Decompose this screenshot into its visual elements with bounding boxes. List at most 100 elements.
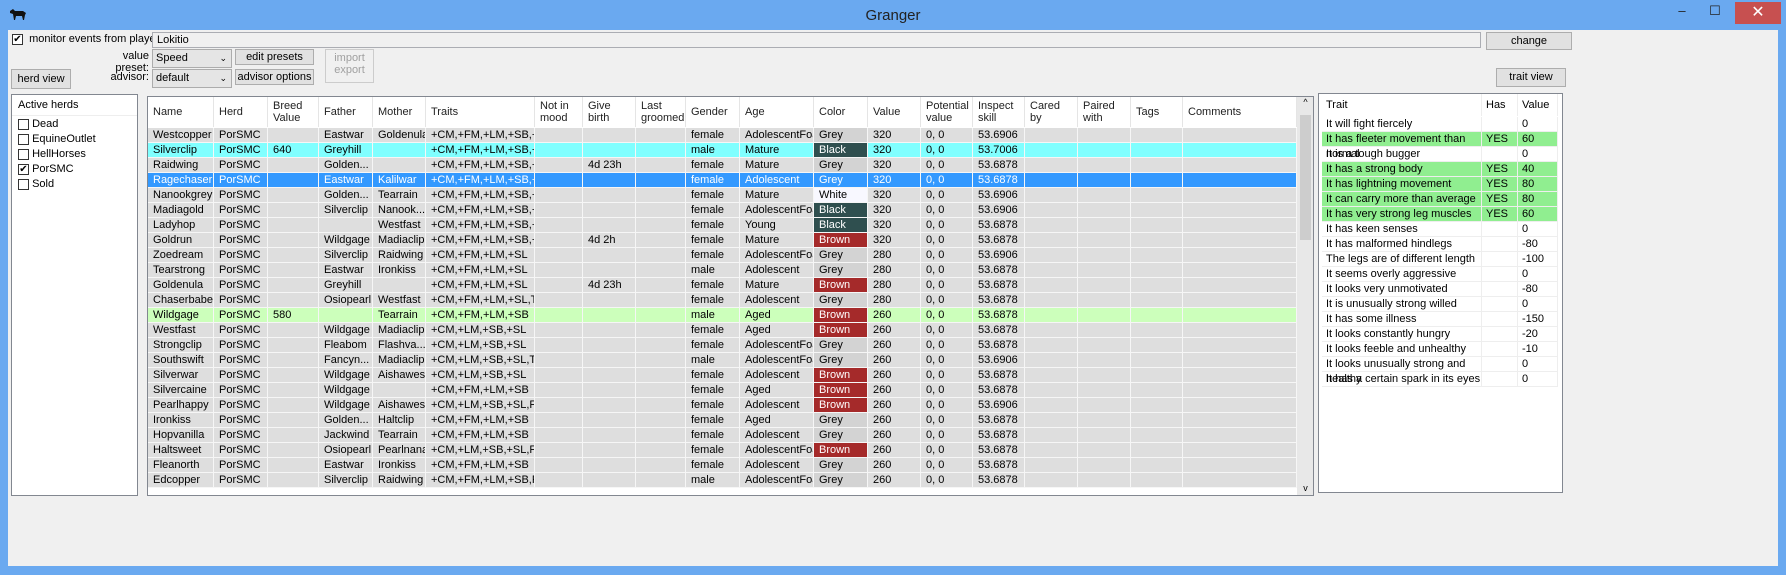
cell-inspect-skill[interactable]: 53.6906: [973, 398, 1025, 413]
cell-breed-value[interactable]: [268, 173, 319, 188]
cell-paired-with[interactable]: [1078, 218, 1131, 233]
cell-breed-value[interactable]: [268, 443, 319, 458]
trait-row[interactable]: It looks very unmotivated -80: [1322, 282, 1558, 297]
cell-gender[interactable]: female: [686, 158, 740, 173]
cell-color[interactable]: Grey: [814, 293, 868, 308]
cell-not-in-mood[interactable]: [535, 173, 583, 188]
cell-potential-value[interactable]: 0, 0: [921, 383, 973, 398]
cell-not-in-mood[interactable]: [535, 413, 583, 428]
cell-father[interactable]: Greyhill: [319, 278, 373, 293]
cell-age[interactable]: AdolescentFoal: [740, 338, 814, 353]
cell-name[interactable]: Haltsweet: [148, 443, 214, 458]
cell-tags[interactable]: [1131, 173, 1183, 188]
cell-tags[interactable]: [1131, 293, 1183, 308]
cell-potential-value[interactable]: 0, 0: [921, 263, 973, 278]
cell-paired-with[interactable]: [1078, 458, 1131, 473]
trait-column-header[interactable]: Value: [1518, 94, 1558, 116]
cell-herd[interactable]: PorSMC: [214, 353, 268, 368]
cell-age[interactable]: Aged: [740, 323, 814, 338]
cell-cared-by[interactable]: [1025, 263, 1078, 278]
cell-name[interactable]: Madiagold: [148, 203, 214, 218]
cell-not-in-mood[interactable]: [535, 458, 583, 473]
cell-herd[interactable]: PorSMC: [214, 218, 268, 233]
cell-father[interactable]: Greyhill: [319, 143, 373, 158]
cell-mother[interactable]: Raidwing: [373, 248, 426, 263]
cell-paired-with[interactable]: [1078, 413, 1131, 428]
cell-last-groomed[interactable]: [636, 323, 686, 338]
cell-give-birth[interactable]: [583, 383, 636, 398]
cell-paired-with[interactable]: [1078, 128, 1131, 143]
trait-row[interactable]: It can carry more than average YES 80: [1322, 192, 1558, 207]
cell-value[interactable]: 320: [868, 158, 921, 173]
cell-age[interactable]: AdolescentFoal: [740, 353, 814, 368]
cell-color[interactable]: Brown: [814, 368, 868, 383]
column-header[interactable]: Comments: [1183, 97, 1297, 127]
cell-not-in-mood[interactable]: [535, 188, 583, 203]
table-row[interactable]: Fleanorth PorSMC Eastwar Ironkiss +CM,+FM,+L…: [148, 458, 1298, 473]
cell-traits[interactable]: +CM,+LM,+SB,+SL,FF: [426, 398, 535, 413]
trait-column-header[interactable]: Trait: [1322, 94, 1482, 116]
cell-give-birth[interactable]: 4d 23h: [583, 158, 636, 173]
cell-tags[interactable]: [1131, 413, 1183, 428]
cell-herd[interactable]: PorSMC: [214, 368, 268, 383]
cell-age[interactable]: Adolescent: [740, 458, 814, 473]
cell-last-groomed[interactable]: [636, 398, 686, 413]
cell-breed-value[interactable]: 640: [268, 143, 319, 158]
cell-herd[interactable]: PorSMC: [214, 233, 268, 248]
cell-father[interactable]: [319, 308, 373, 323]
cell-inspect-skill[interactable]: 53.6906: [973, 188, 1025, 203]
edit-presets-button[interactable]: edit presets: [235, 49, 314, 65]
cell-cared-by[interactable]: [1025, 188, 1078, 203]
cell-gender[interactable]: female: [686, 443, 740, 458]
vertical-scrollbar[interactable]: ^ v: [1297, 97, 1313, 495]
cell-give-birth[interactable]: [583, 323, 636, 338]
cell-value[interactable]: 260: [868, 383, 921, 398]
cell-father[interactable]: Wildgage: [319, 383, 373, 398]
cell-name[interactable]: Westcopper: [148, 128, 214, 143]
cell-paired-with[interactable]: [1078, 353, 1131, 368]
cell-name[interactable]: Edcopper: [148, 473, 214, 488]
cell-inspect-skill[interactable]: 53.7006: [973, 143, 1025, 158]
cell-comments[interactable]: [1183, 203, 1297, 218]
cell-mother[interactable]: [373, 278, 426, 293]
cell-color[interactable]: Grey: [814, 413, 868, 428]
cell-color[interactable]: Grey: [814, 248, 868, 263]
cell-inspect-skill[interactable]: 53.6878: [973, 293, 1025, 308]
cell-paired-with[interactable]: [1078, 323, 1131, 338]
table-row[interactable]: Westfast PorSMC Wildgage Madiaclip +CM,+LM,+…: [148, 323, 1298, 338]
cell-tags[interactable]: [1131, 248, 1183, 263]
cell-comments[interactable]: [1183, 158, 1297, 173]
cell-inspect-skill[interactable]: 53.6878: [973, 263, 1025, 278]
cell-value[interactable]: 260: [868, 428, 921, 443]
cell-breed-value[interactable]: [268, 158, 319, 173]
cell-father[interactable]: Osiopearl: [319, 443, 373, 458]
cell-potential-value[interactable]: 0, 0: [921, 368, 973, 383]
cell-traits[interactable]: +CM,+FM,+LM,+SB,+SL: [426, 188, 535, 203]
cell-traits[interactable]: +CM,+FM,+LM,+SL,TB: [426, 293, 535, 308]
column-header[interactable]: Cared by: [1025, 97, 1078, 127]
table-row[interactable]: Silverwar PorSMC Wildgage Aishawest +CM,+LM,…: [148, 368, 1298, 383]
cell-gender[interactable]: male: [686, 353, 740, 368]
cell-comments[interactable]: [1183, 128, 1297, 143]
column-header[interactable]: Paired with: [1078, 97, 1131, 127]
cell-gender[interactable]: female: [686, 368, 740, 383]
advisor-select[interactable]: default ⌄: [152, 69, 232, 88]
cell-gender[interactable]: male: [686, 308, 740, 323]
cell-color[interactable]: Brown: [814, 308, 868, 323]
cell-value[interactable]: 260: [868, 323, 921, 338]
cell-cared-by[interactable]: [1025, 158, 1078, 173]
cell-color[interactable]: Brown: [814, 398, 868, 413]
cell-breed-value[interactable]: [268, 428, 319, 443]
cell-mother[interactable]: Ironkiss: [373, 263, 426, 278]
table-row[interactable]: Madiagold PorSMC Silverclip Nanook... +CM,+F…: [148, 203, 1298, 218]
cell-mother[interactable]: Tearrain: [373, 188, 426, 203]
cell-age[interactable]: Adolescent: [740, 428, 814, 443]
herd-item[interactable]: Dead: [12, 116, 137, 131]
checkbox-monitor[interactable]: ✔: [12, 33, 23, 45]
cell-give-birth[interactable]: [583, 308, 636, 323]
cell-herd[interactable]: PorSMC: [214, 428, 268, 443]
cell-father[interactable]: Eastwar: [319, 458, 373, 473]
cell-value[interactable]: 320: [868, 128, 921, 143]
cell-color[interactable]: Brown: [814, 233, 868, 248]
cell-father[interactable]: Eastwar: [319, 128, 373, 143]
